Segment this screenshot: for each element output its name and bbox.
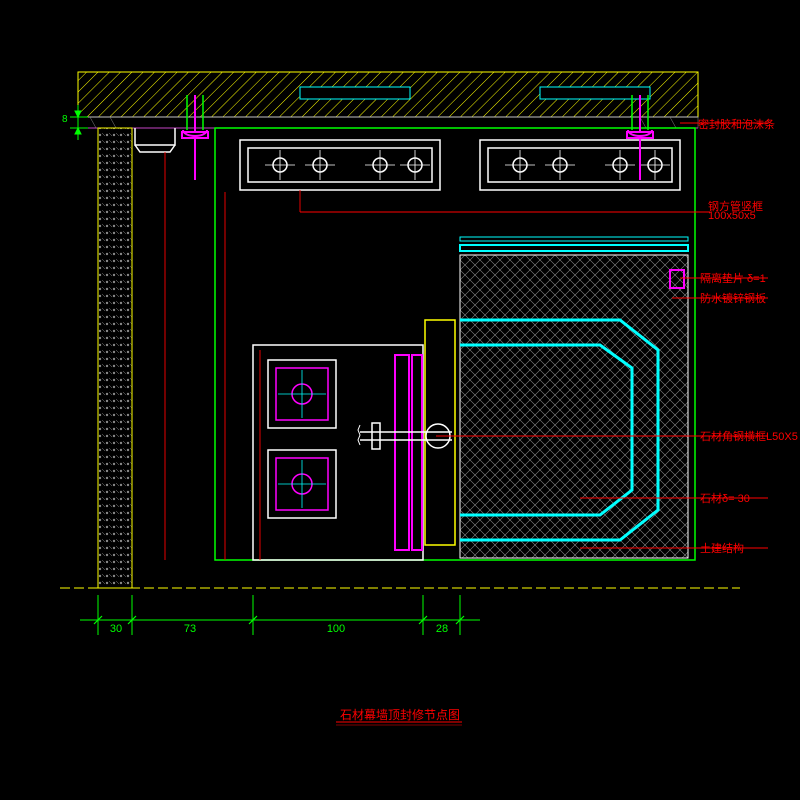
label-angle: 石材角钢横框L50X5 — [700, 428, 798, 444]
cad-drawing — [0, 0, 800, 800]
drawing-title: 石材幕墙顶封修节点图 — [340, 706, 460, 723]
dim-4: 28 — [430, 623, 454, 635]
dim-1: 30 — [104, 623, 128, 635]
label-structure: 土建结构 — [700, 540, 744, 556]
label-sealant: 密封胶和泡沫条 — [698, 116, 775, 132]
label-tube2: 100x50x5 — [708, 210, 756, 222]
label-stone: 石材δ= 30 — [700, 490, 750, 506]
dim-2: 73 — [178, 623, 202, 635]
label-galv: 防水镀锌钢板 — [700, 290, 766, 306]
dim-3: 100 — [320, 623, 352, 635]
label-gasket: 隔离垫片 δ=1 — [700, 270, 766, 286]
dim-gap: 8 — [62, 114, 68, 125]
